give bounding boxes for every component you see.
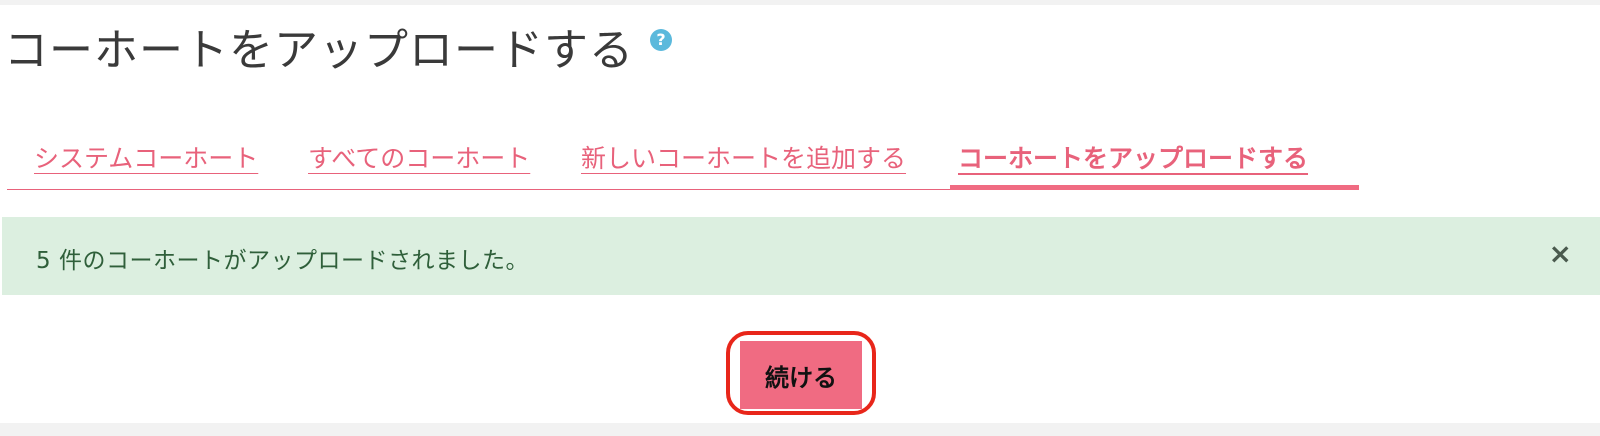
continue-button-highlight: 続ける — [726, 331, 876, 415]
tab-system-cohorts[interactable]: システムコーホート — [34, 139, 258, 175]
alert-message: 5 件のコーホートがアップロードされました。 — [36, 248, 529, 274]
tab-all-cohorts[interactable]: すべてのコーホート — [308, 139, 530, 175]
active-tab-indicator — [950, 185, 1359, 190]
tab-add-new-cohort[interactable]: 新しいコーホートを追加する — [581, 139, 906, 175]
success-alert: 5 件のコーホートがアップロードされました。 × — [2, 217, 1600, 295]
title-row: コーホートをアップロードする ? — [4, 23, 672, 83]
page: コーホートをアップロードする ? システムコーホート すべてのコーホート 新しい… — [0, 5, 1600, 423]
page-title: コーホートをアップロードする — [4, 25, 634, 76]
close-icon[interactable]: × — [1549, 239, 1572, 269]
tab-upload-cohorts[interactable]: コーホートをアップロードする — [958, 139, 1308, 175]
tab-bar: システムコーホート すべてのコーホート 新しいコーホートを追加する コーホートを… — [7, 125, 1359, 190]
continue-button[interactable]: 続ける — [740, 341, 862, 409]
help-icon[interactable]: ? — [650, 29, 672, 51]
